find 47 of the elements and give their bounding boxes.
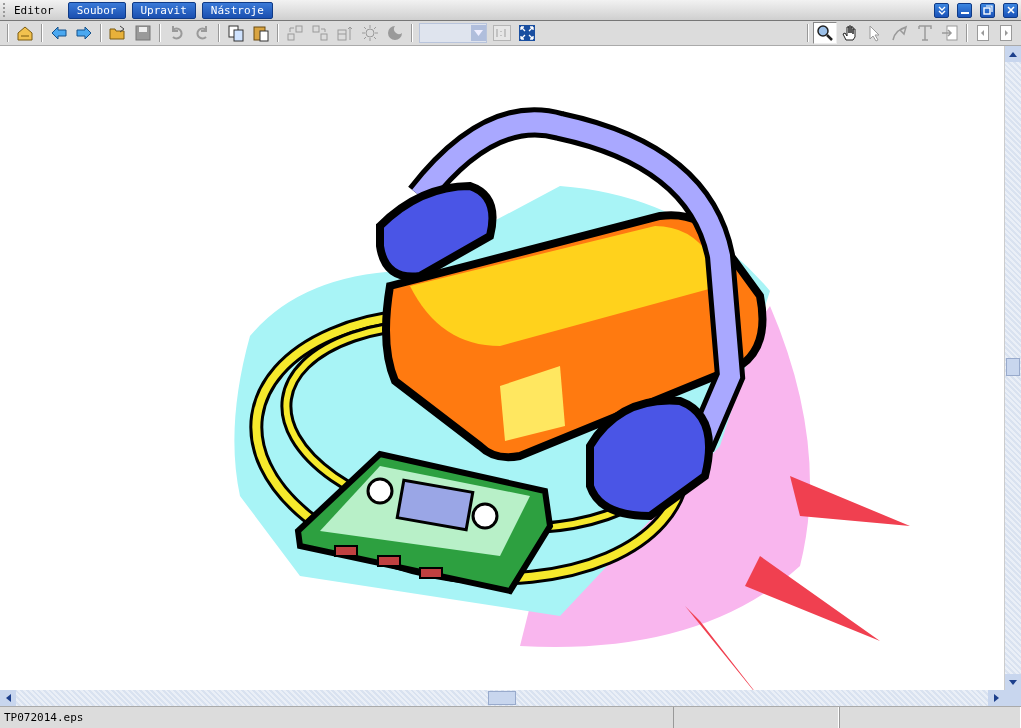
restore-icon (981, 4, 994, 16)
minimize-icon (960, 12, 969, 14)
dropdown-arrow-icon (474, 30, 483, 36)
curve-arrow-icon (891, 24, 909, 42)
layout-right-icon (311, 24, 329, 42)
minimize-button[interactable] (957, 2, 972, 18)
scroll-up-button[interactable] (1005, 46, 1021, 62)
previous-page-icon (977, 25, 989, 41)
horizontal-scrollbar[interactable] (0, 690, 1004, 706)
menu-button[interactable]: Soubor (67, 1, 126, 19)
sun-icon (361, 24, 379, 42)
hand-icon (841, 24, 859, 42)
restore-button[interactable] (980, 2, 995, 18)
paste-icon (252, 24, 270, 42)
left-arrow-icon (5, 694, 11, 702)
right-arrow-icon (75, 24, 93, 42)
up-arrow-icon (1009, 51, 1017, 57)
menu-button[interactable]: Nástroje (201, 1, 273, 19)
close-button[interactable] (1003, 2, 1018, 18)
menu-button[interactable]: Upravit (131, 1, 196, 19)
zoom-icon (816, 24, 834, 42)
left-arrow-icon (50, 24, 68, 42)
close-icon (1004, 4, 1017, 16)
collapse-button[interactable] (934, 2, 949, 18)
folder-up-icon (16, 24, 34, 42)
zoom-tool-button[interactable] (813, 22, 837, 44)
right-arrow-icon (993, 694, 999, 702)
text-tool-icon (916, 24, 934, 42)
import-icon (941, 24, 959, 42)
window-title: Editor (14, 3, 54, 17)
moon-icon (386, 24, 404, 42)
scroll-down-button[interactable] (1005, 674, 1021, 690)
one-to-one-icon (493, 25, 511, 41)
layout-up-icon (336, 24, 354, 42)
next-page-icon (1000, 25, 1012, 41)
scroll-left-button[interactable] (0, 690, 16, 706)
file-name: TP072014.eps (3, 710, 85, 726)
scroll-thumb[interactable] (1006, 358, 1020, 376)
layout-left-icon (286, 24, 304, 42)
save-icon (134, 24, 152, 42)
fit-screen-icon (518, 24, 536, 42)
vertical-scrollbar[interactable] (1004, 46, 1021, 690)
down-arrow-icon (1009, 679, 1017, 685)
scroll-thumb[interactable] (488, 691, 516, 705)
scroll-right-button[interactable] (988, 690, 1004, 706)
copy-icon (227, 24, 245, 42)
open-folder-icon (109, 24, 127, 42)
